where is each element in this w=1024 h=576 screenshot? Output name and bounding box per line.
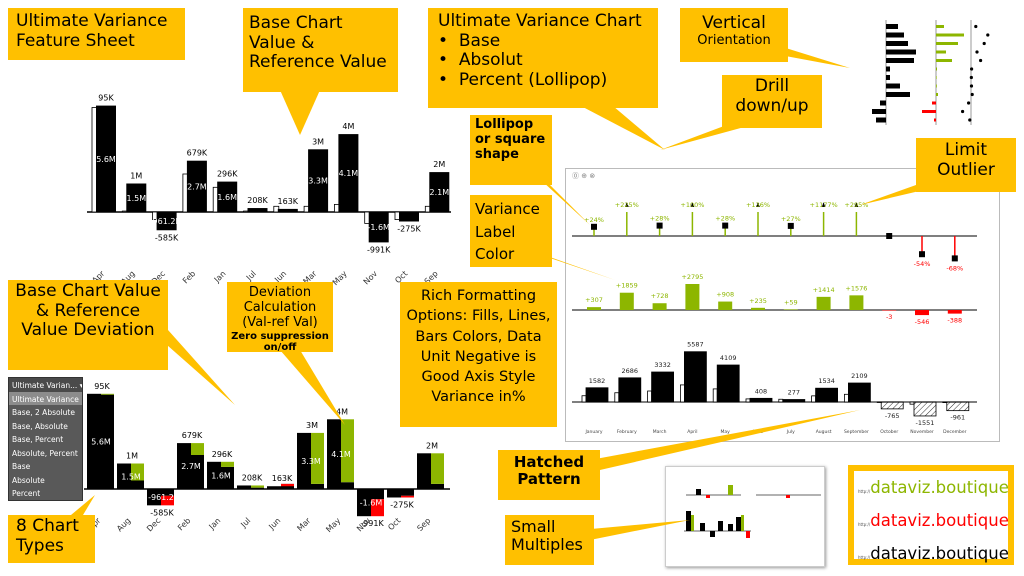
deviation-sub: Zero suppression on/off — [231, 330, 329, 354]
dropdown-option[interactable]: Percent — [9, 486, 82, 500]
uv-item: • Percent (Lollipop) — [438, 69, 608, 90]
callout-hatched: Hatched Pattern — [498, 450, 600, 500]
callout-drill: Drill down/up — [722, 75, 822, 128]
uv-item: • Base — [438, 30, 501, 51]
dropdown-option[interactable]: Base — [9, 459, 82, 473]
chart-type-dropdown[interactable]: Ultimate Varian... ▾ Ultimate Variance B… — [8, 377, 83, 501]
uv-chart-title: Ultimate Variance Chart — [438, 11, 642, 31]
callout-uv-chart: Ultimate Variance Chart • Base • Absolut… — [428, 8, 658, 108]
callout-limit-outlier: Limit Outlier — [916, 138, 1016, 192]
callout-lollipop: Lollipop or square shape — [470, 115, 552, 185]
dropdown-option[interactable]: Absolute — [9, 473, 82, 487]
deviation-title: Deviation Calculation (Val-ref Val) — [242, 285, 318, 330]
orientation-label: Orientation — [697, 32, 771, 48]
vertical-label: Vertical — [702, 13, 766, 33]
uv-item: • Absolut — [438, 50, 523, 71]
dropdown-option[interactable]: Base, 2 Absolute — [9, 405, 82, 419]
dropdown-selected[interactable]: Ultimate Varian... ▾ — [9, 378, 82, 392]
dropdown-option[interactable]: Ultimate Variance — [9, 391, 82, 405]
callout-deviation: Deviation Calculation (Val-ref Val) Zero… — [227, 282, 333, 354]
callout-vertical: Vertical Orientation — [680, 8, 788, 62]
callout-base-ref: Base Chart Value & Reference Value — [243, 8, 398, 92]
dropdown-option[interactable]: Base, Absolute — [9, 419, 82, 433]
chevron-down-icon: ▾ — [79, 381, 82, 390]
dropdown-option[interactable]: Base, Percent — [9, 432, 82, 446]
callout-label-color: Variance Label Color — [470, 195, 552, 267]
callout-base-ref-dev: Base Chart Value & Reference Value Devia… — [8, 280, 168, 370]
callout-rich-formatting: Rich Formatting Options: Fills, Lines, B… — [400, 282, 557, 427]
dropdown-option[interactable]: Absolute, Percent — [9, 446, 82, 460]
callout-feature-sheet: Ultimate Variance Feature Sheet — [8, 8, 185, 60]
callout-chart-types: 8 Chart Types — [8, 515, 95, 563]
callout-small-multiples: Small Multiples — [505, 515, 594, 565]
